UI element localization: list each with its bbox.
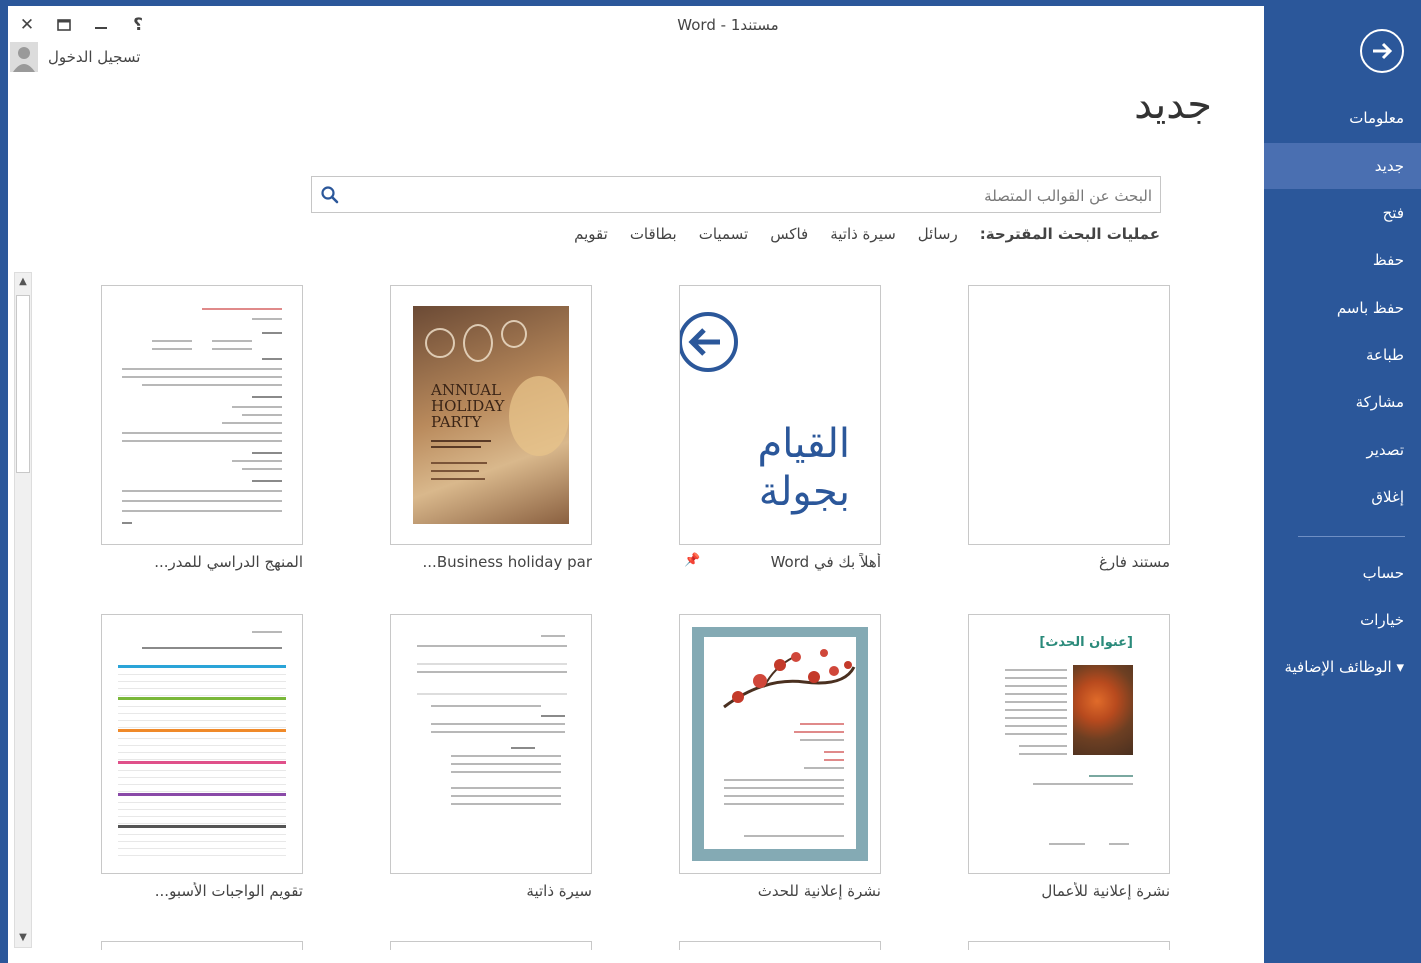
signin-link[interactable]: تسجيل الدخول <box>48 48 140 66</box>
maximize-icon <box>57 19 71 31</box>
template-holiday-party[interactable]: ANNUAL HOLIDAY PARTY Business holiday pa… <box>390 285 592 571</box>
user-icon <box>13 47 35 72</box>
nav-open[interactable]: فتح <box>1264 190 1421 236</box>
window-title: Word - مستند1 <box>677 16 779 34</box>
backstage-sidebar: معلومات جديد فتح حفظ حفظ باسم طباعة مشار… <box>1264 0 1421 963</box>
holiday-thumb-line3: PARTY <box>431 413 482 431</box>
help-button[interactable]: ؟ <box>127 14 149 36</box>
template-label: تقويم الواجبات الأسبو... <box>154 882 303 900</box>
scroll-up-arrow-icon[interactable]: ▲ <box>15 273 31 291</box>
template-thumbnail <box>101 285 303 545</box>
holiday-thumb-line1: ANNUAL <box>431 381 502 399</box>
template-welcome-tour[interactable]: القيام بجولة 📌 أهلاً بك في Word <box>679 285 881 571</box>
suggested-searches-label: عمليات البحث المقترحة: <box>979 225 1160 243</box>
nav-options[interactable]: خيارات <box>1264 597 1421 643</box>
template-resume[interactable]: سيرة ذاتية <box>390 614 592 900</box>
page-title: جديد <box>1134 82 1212 128</box>
suggested-link-labels[interactable]: تسميات <box>699 225 748 243</box>
template-label: نشرة إعلانية للحدث <box>757 882 881 900</box>
template-thumbnail <box>390 614 592 874</box>
arrow-circle-icon <box>680 312 738 372</box>
template-label: أهلاً بك في Word <box>770 553 881 571</box>
back-arrow-icon <box>1373 42 1393 60</box>
flyer-thumb-title: [عنوان الحدث] <box>1039 635 1133 650</box>
holiday-image: ANNUAL HOLIDAY PARTY <box>413 306 569 524</box>
template-tile-partial[interactable] <box>101 941 303 950</box>
search-icon[interactable] <box>320 185 340 205</box>
nav-close[interactable]: إغلاق <box>1264 474 1421 520</box>
template-thumbnail: [عنوان الحدث] <box>968 614 1170 874</box>
suggested-link-fax[interactable]: فاكس <box>770 225 808 243</box>
template-thumbnail <box>101 614 303 874</box>
nav-account[interactable]: حساب <box>1264 550 1421 596</box>
template-thumbnail: القيام بجولة <box>679 285 881 545</box>
template-event-flyer[interactable]: نشرة إعلانية للحدث <box>679 614 881 900</box>
nav-addins[interactable]: الوظائف الإضافية ▾ <box>1264 644 1421 690</box>
avatar[interactable] <box>10 42 38 72</box>
template-label: مستند فارغ <box>1098 553 1170 571</box>
template-label: المنهج الدراسي للمدر... <box>154 553 303 571</box>
scroll-thumb[interactable] <box>16 295 30 473</box>
nav-new[interactable]: جديد <box>1264 143 1421 189</box>
suggested-link-cards[interactable]: بطاقات <box>630 225 677 243</box>
backstage-main: ✕ ؟ Word - مستند1 تسجيل الدخول جديد عملي… <box>8 6 1264 963</box>
template-blank-document[interactable]: مستند فارغ <box>968 285 1170 571</box>
suggested-link-resume[interactable]: سيرة ذاتية <box>830 225 896 243</box>
template-search <box>311 176 1161 214</box>
template-syllabus[interactable]: المنهج الدراسي للمدر... <box>101 285 303 571</box>
back-button[interactable] <box>1360 29 1404 73</box>
nav-divider <box>1298 536 1405 537</box>
welcome-thumb-line2: بجولة <box>758 469 850 515</box>
template-business-flyer[interactable]: [عنوان الحدث] نشرة إعلانية للأعمال <box>968 614 1170 900</box>
template-tile-partial[interactable] <box>968 941 1170 950</box>
holiday-thumb-line2: HOLIDAY <box>431 397 505 415</box>
template-thumbnail <box>679 614 881 874</box>
nav-export[interactable]: تصدير <box>1264 427 1421 473</box>
template-tile-partial[interactable] <box>390 941 592 950</box>
flowers-image <box>1073 665 1133 755</box>
close-button[interactable]: ✕ <box>16 14 38 36</box>
nav-save[interactable]: حفظ <box>1264 237 1421 283</box>
nav-save-as[interactable]: حفظ باسم <box>1264 285 1421 331</box>
suggested-link-calendar[interactable]: تقويم <box>574 225 608 243</box>
template-thumbnail <box>968 285 1170 545</box>
template-weekly-calendar[interactable]: تقويم الواجبات الأسبو... <box>101 614 303 900</box>
template-label: نشرة إعلانية للأعمال <box>1041 882 1170 900</box>
suggested-searches: عمليات البحث المقترحة: رسائل سيرة ذاتية … <box>574 225 1160 243</box>
maximize-button[interactable] <box>53 14 75 36</box>
nav-info[interactable]: معلومات <box>1264 95 1421 141</box>
minimize-button[interactable] <box>90 14 112 36</box>
minimize-icon <box>95 27 107 29</box>
blossom-branch-icon <box>723 649 856 709</box>
scroll-down-arrow-icon[interactable]: ▼ <box>15 929 31 947</box>
welcome-thumb-line1: القيام <box>757 421 850 467</box>
suggested-link-letters[interactable]: رسائل <box>918 225 958 243</box>
nav-print[interactable]: طباعة <box>1264 332 1421 378</box>
template-label: Business holiday par... <box>422 553 592 571</box>
nav-share[interactable]: مشاركة <box>1264 379 1421 425</box>
flyer-border <box>692 627 868 861</box>
search-input[interactable] <box>350 177 1154 214</box>
template-tile-partial[interactable] <box>679 941 881 950</box>
template-thumbnail: ANNUAL HOLIDAY PARTY <box>390 285 592 545</box>
template-label: سيرة ذاتية <box>526 882 592 900</box>
vertical-scrollbar[interactable]: ▲ ▼ <box>14 272 32 948</box>
